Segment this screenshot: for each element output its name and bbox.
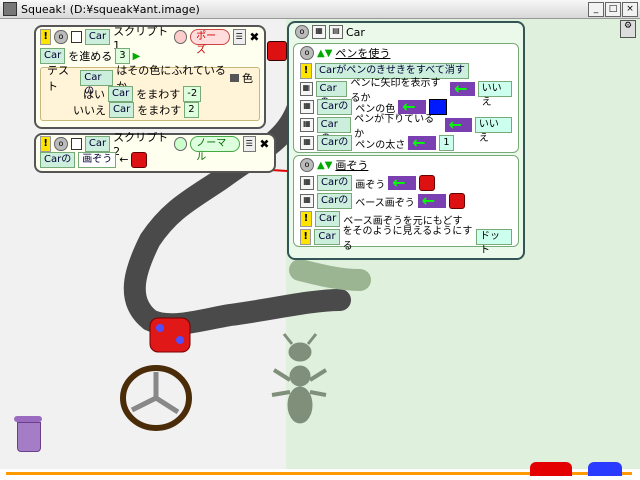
player-tile[interactable]: Carの <box>316 117 352 144</box>
value-field[interactable]: 1 <box>439 135 454 151</box>
menu-icon[interactable]: ▦ <box>300 194 314 208</box>
value-field[interactable]: -2 <box>183 86 202 102</box>
stmt-label: をまわす <box>136 88 181 101</box>
car-viewer[interactable]: o ▦ ▤ Car o ▲▼ ペンを使う ! Carがペンのきせきをすべて消す ▦… <box>287 21 525 260</box>
value-field[interactable]: いいえ <box>474 117 512 144</box>
script2-editor[interactable]: ! o Car スクリプト2 ノーマル ☰ ✖ Carの 画ぞう ← <box>34 131 276 173</box>
menu-icon[interactable]: ▦ <box>300 136 314 150</box>
player-tile[interactable]: Carの <box>40 151 76 168</box>
car-thumbnail[interactable] <box>419 175 436 191</box>
assign-arrow-icon[interactable] <box>417 191 446 210</box>
property-label: ベース画ぞう <box>355 197 415 209</box>
test-label: テスト <box>47 64 69 93</box>
command-label: をそのように見えるようにする <box>342 226 473 252</box>
value-field[interactable]: 2 <box>184 102 199 118</box>
menu-icon[interactable]: ▦ <box>300 100 314 114</box>
yes-label: はい <box>83 88 105 101</box>
viewer-menu-icon[interactable]: o <box>295 25 309 39</box>
no-label: いいえ <box>73 104 106 117</box>
assign-arrow-icon[interactable] <box>450 79 475 98</box>
category-header[interactable]: 画ぞう <box>335 157 368 173</box>
menu-icon[interactable]: o <box>54 30 68 44</box>
player-tile[interactable]: Car <box>315 211 341 227</box>
tick-once-button[interactable]: ! <box>40 135 52 152</box>
player-tile[interactable]: Car <box>84 135 111 152</box>
command-bang[interactable]: ! <box>300 63 312 79</box>
tick-checkbox[interactable] <box>70 31 82 43</box>
player-tile[interactable]: Carの <box>317 193 353 209</box>
pen-category[interactable]: o ▲▼ ペンを使う !Carがペンのきせきをすべて消す ▦Carのペンに矢印を… <box>293 43 519 153</box>
tick-once-button[interactable]: ! <box>40 29 52 45</box>
car-thumbnail-icon: ▦ <box>312 25 326 39</box>
command-bang[interactable]: ! <box>300 211 312 227</box>
close-script-button[interactable]: ✖ <box>249 30 260 44</box>
menu-icon[interactable]: ▦ <box>300 118 314 132</box>
status-button[interactable]: ポーズ <box>190 29 230 56</box>
player-tile[interactable]: Carの <box>315 81 348 108</box>
player-tile[interactable]: Car <box>109 102 135 118</box>
category-menu-icon[interactable]: o <box>300 158 314 172</box>
ant-sprite[interactable] <box>271 333 328 424</box>
car-sprite[interactable] <box>149 317 191 353</box>
player-tile[interactable]: Carの <box>317 135 353 151</box>
category-arrows-icon[interactable]: ▲▼ <box>317 160 332 171</box>
color-swatch[interactable] <box>229 74 240 82</box>
flap-tab-icon[interactable]: ⚙ <box>620 20 636 38</box>
player-tile[interactable]: Carの <box>80 70 114 97</box>
picture-category[interactable]: o ▲▼ 画ぞう ▦Carの画ぞう ▦Carのベース画ぞう !Carベース画ぞう… <box>293 155 519 256</box>
trash-can-icon[interactable] <box>14 416 42 452</box>
property-label: ペンの太さ <box>355 139 406 151</box>
car-thumbnail[interactable] <box>448 193 465 209</box>
status-button[interactable]: ノーマル <box>190 135 240 163</box>
tools-flap-tab[interactable] <box>588 462 622 476</box>
car-thumbnail[interactable] <box>131 151 148 168</box>
script-icon[interactable]: ▤ <box>329 25 343 39</box>
collapse-icon[interactable]: ☰ <box>232 29 246 45</box>
assign-arrow-icon[interactable] <box>398 97 427 116</box>
car-viewer-tab[interactable] <box>267 41 287 61</box>
collapse-icon[interactable]: ☰ <box>242 135 256 152</box>
tick-checkbox[interactable] <box>70 137 82 150</box>
assign-arrow-icon[interactable] <box>408 133 437 152</box>
menu-icon[interactable]: ▦ <box>300 82 313 96</box>
picture-slot[interactable]: 画ぞう <box>78 151 117 168</box>
assign-arrow[interactable]: ← <box>119 153 128 166</box>
close-script-button[interactable]: ✖ <box>259 137 270 151</box>
category-menu-icon[interactable]: o <box>300 46 314 60</box>
value-field[interactable]: ドット <box>476 229 512 256</box>
player-tile[interactable]: Carの <box>317 99 353 115</box>
viewer-title: Car <box>346 25 365 39</box>
script1-editor[interactable]: ! o Car スクリプト1 ポーズ ☰ ✖ Car を進める 3 ▶ テスト … <box>34 25 266 129</box>
stmt-label: をまわす <box>137 104 182 117</box>
menu-icon[interactable]: ▦ <box>300 176 314 190</box>
category-arrows-icon[interactable]: ▲▼ <box>317 48 332 59</box>
player-tile[interactable]: Car <box>84 29 111 45</box>
clock-icon[interactable] <box>174 136 188 151</box>
supplies-flap-tab[interactable] <box>530 462 572 476</box>
clock-icon[interactable] <box>173 30 188 44</box>
command-bang[interactable]: ! <box>300 229 312 245</box>
value-field[interactable]: いいえ <box>477 81 512 108</box>
player-tile[interactable]: Car <box>108 86 134 102</box>
color-label: 色 <box>242 72 254 85</box>
assign-arrow-icon[interactable] <box>388 173 417 192</box>
player-tile[interactable]: Car <box>314 229 340 245</box>
property-label: 画ぞう <box>355 179 386 191</box>
category-header[interactable]: ペンを使う <box>335 45 390 61</box>
steering-wheel-icon[interactable] <box>120 365 192 431</box>
menu-icon[interactable]: o <box>54 136 68 151</box>
test-block[interactable]: テスト Carの はその色にふれているか 色 はい Car をまわす -2 いい… <box>40 64 260 121</box>
arrow-icon[interactable]: ▶ <box>133 51 141 62</box>
assign-arrow-icon[interactable] <box>444 115 472 134</box>
player-tile[interactable]: Carの <box>317 175 353 191</box>
